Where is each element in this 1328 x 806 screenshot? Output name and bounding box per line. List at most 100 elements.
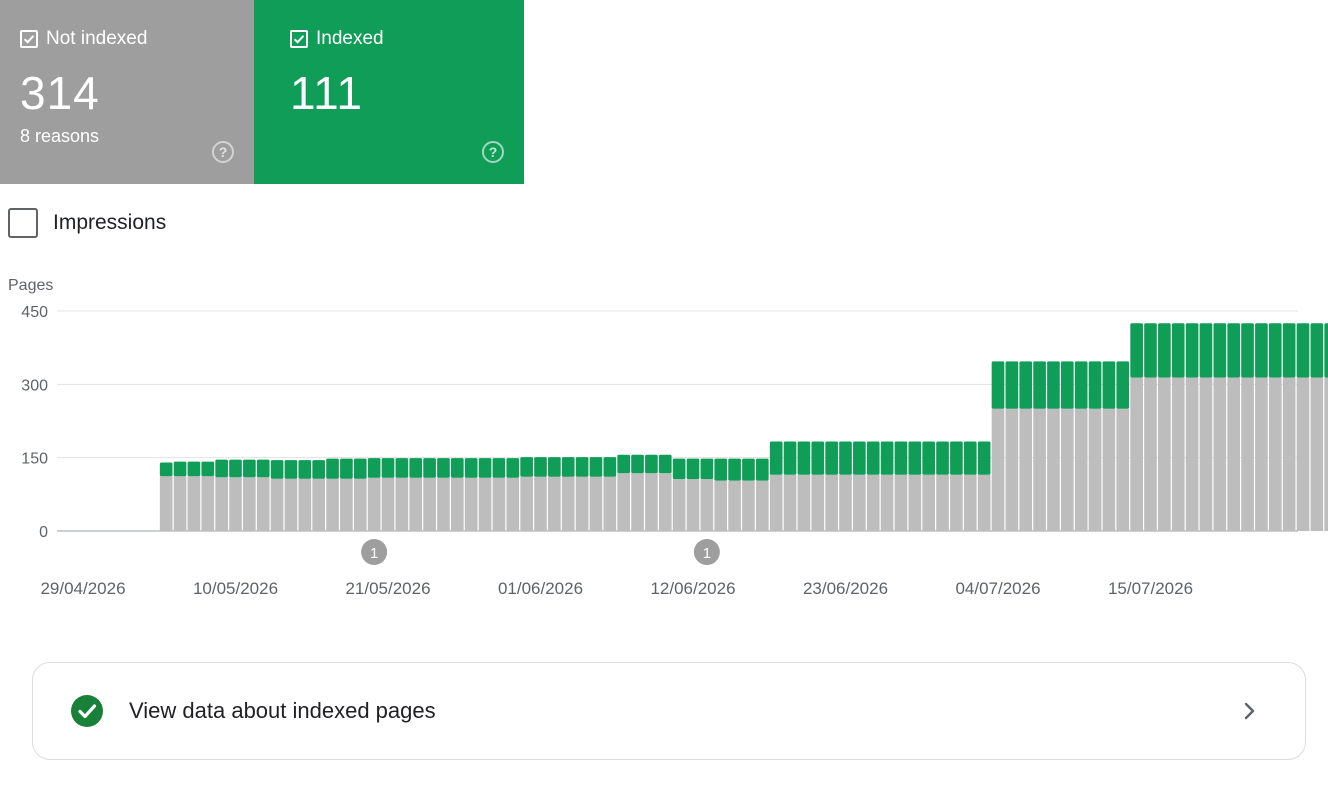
bar-not-indexed	[243, 477, 256, 531]
bar-indexed	[1033, 361, 1046, 409]
bar-indexed	[1158, 323, 1171, 378]
bar-not-indexed	[215, 477, 228, 531]
bar-not-indexed	[312, 478, 326, 531]
x-tick-label: 21/05/2026	[345, 579, 430, 598]
bar-indexed	[1074, 361, 1088, 409]
bar-indexed	[1185, 323, 1199, 378]
checkbox-unchecked-icon[interactable]	[8, 208, 38, 238]
bar-indexed	[215, 459, 228, 478]
bar-not-indexed	[880, 474, 894, 531]
bar-not-indexed	[367, 477, 381, 531]
bar-not-indexed	[256, 477, 270, 531]
bar-not-indexed	[1199, 377, 1213, 531]
bar-indexed	[853, 441, 866, 475]
bar-indexed	[256, 459, 270, 478]
bar-not-indexed	[506, 477, 520, 531]
indexed-card[interactable]: Indexed 111 ?	[254, 0, 524, 184]
bar-not-indexed	[839, 474, 852, 531]
bar-indexed	[187, 461, 201, 477]
y-tick-label: 150	[21, 451, 48, 468]
x-tick-label: 29/04/2026	[40, 579, 125, 598]
bar-not-indexed	[1268, 377, 1282, 531]
bar-indexed	[534, 457, 547, 477]
bar-not-indexed	[853, 474, 866, 531]
bar-indexed	[1019, 361, 1033, 409]
bar-not-indexed	[423, 477, 436, 531]
bar-indexed	[963, 441, 977, 475]
bar-not-indexed	[672, 479, 686, 531]
indexed-count: 111	[290, 67, 363, 119]
y-tick-label: 0	[39, 524, 48, 541]
bar-indexed	[658, 454, 672, 474]
bar-not-indexed	[270, 478, 284, 531]
bar-not-indexed	[409, 477, 423, 531]
bar-not-indexed	[714, 480, 728, 531]
view-indexed-pages-link[interactable]: View data about indexed pages	[32, 662, 1306, 760]
bar-indexed	[1241, 323, 1254, 378]
help-icon[interactable]: ?	[212, 141, 234, 163]
not-indexed-reasons: 8 reasons	[20, 126, 100, 146]
bar-not-indexed	[478, 477, 492, 531]
indexed-label: Indexed	[316, 28, 384, 49]
bar-not-indexed	[603, 476, 617, 531]
bar-indexed	[312, 460, 326, 479]
bar-not-indexed	[340, 478, 353, 531]
x-tick-label: 23/06/2026	[803, 579, 888, 598]
bar-indexed	[229, 459, 242, 478]
bar-indexed	[700, 458, 714, 480]
bar-not-indexed	[1158, 377, 1171, 531]
bar-not-indexed	[1047, 408, 1060, 531]
bar-not-indexed	[769, 474, 783, 531]
checkbox-checked-icon[interactable]	[290, 30, 308, 48]
bar-indexed	[270, 460, 284, 479]
x-tick-label: 10/05/2026	[193, 579, 278, 598]
bar-not-indexed	[1310, 377, 1324, 531]
bar-not-indexed	[645, 473, 658, 531]
y-tick-label: 450	[21, 304, 48, 321]
impressions-toggle[interactable]: Impressions	[8, 208, 166, 238]
bar-not-indexed	[922, 474, 936, 531]
checkbox-checked-icon[interactable]	[20, 30, 38, 48]
bar-not-indexed	[825, 474, 838, 531]
not-indexed-count: 314	[20, 67, 100, 119]
bar-indexed	[506, 458, 520, 478]
bar-indexed	[437, 458, 450, 478]
bar-indexed	[395, 458, 409, 478]
bar-indexed	[1282, 323, 1296, 378]
bar-indexed	[1102, 361, 1116, 409]
bar-indexed	[603, 457, 617, 477]
bar-indexed	[1324, 323, 1328, 378]
not-indexed-header[interactable]: Not indexed	[20, 28, 147, 50]
bar-indexed	[755, 458, 769, 481]
bar-not-indexed	[1088, 408, 1102, 531]
chart-annotations: 11	[361, 539, 720, 565]
bar-not-indexed	[1227, 377, 1241, 531]
annotation-label: 1	[703, 545, 711, 562]
not-indexed-label: Not indexed	[46, 28, 148, 49]
bar-not-indexed	[229, 477, 242, 531]
bar-not-indexed	[173, 476, 187, 531]
bar-indexed	[340, 458, 353, 479]
bar-not-indexed	[589, 476, 603, 531]
bar-not-indexed	[159, 476, 173, 531]
bar-not-indexed	[1255, 377, 1268, 531]
bar-not-indexed	[575, 476, 589, 531]
bar-indexed	[1255, 323, 1268, 378]
bar-indexed	[243, 459, 256, 478]
bar-indexed	[173, 461, 187, 477]
bar-indexed	[783, 441, 797, 475]
bar-not-indexed	[631, 473, 644, 531]
indexed-header[interactable]: Indexed	[290, 28, 384, 50]
bar-indexed	[617, 454, 631, 474]
bar-not-indexed	[742, 480, 755, 531]
bar-indexed	[894, 441, 908, 475]
bar-indexed	[159, 462, 173, 477]
bar-indexed	[977, 441, 991, 475]
help-icon[interactable]: ?	[482, 141, 504, 163]
bar-not-indexed	[1074, 408, 1088, 531]
bar-indexed	[1296, 323, 1310, 378]
bar-not-indexed	[1282, 377, 1296, 531]
bar-not-indexed	[395, 477, 409, 531]
bar-not-indexed	[1213, 377, 1227, 531]
not-indexed-card[interactable]: Not indexed 314 8 reasons ?	[0, 0, 254, 184]
